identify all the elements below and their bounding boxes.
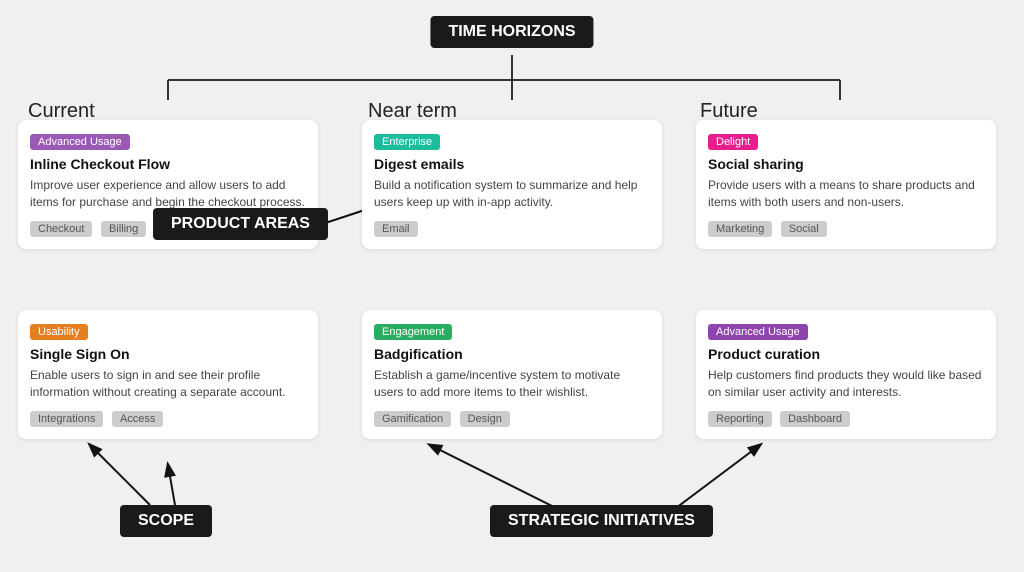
card-badgification-title: Badgification (374, 346, 650, 362)
card-inline-checkout-desc: Improve user experience and allow users … (30, 177, 306, 211)
tag-marketing: Marketing (708, 221, 772, 237)
card-social-sharing: Delight Social sharing Provide users wit… (696, 120, 996, 249)
diagram-lines (0, 0, 1024, 572)
card-curation-title: Product curation (708, 346, 984, 362)
tag-checkout: Checkout (30, 221, 92, 237)
badge-advanced-usage-2: Advanced Usage (708, 324, 808, 340)
tag-access: Access (112, 411, 163, 427)
card-digest-emails: Enterprise Digest emails Build a notific… (362, 120, 662, 249)
badge-delight: Delight (708, 134, 758, 150)
tag-design: Design (460, 411, 510, 427)
tag-dashboard: Dashboard (780, 411, 850, 427)
tag-social: Social (781, 221, 827, 237)
card-sso-title: Single Sign On (30, 346, 306, 362)
card-sso-desc: Enable users to sign in and see their pr… (30, 367, 306, 401)
card-digest-title: Digest emails (374, 156, 650, 172)
card-badgification-desc: Establish a game/incentive system to mot… (374, 367, 650, 401)
page-wrapper: TIME HORIZONS Current Near term Future A… (0, 0, 1024, 572)
tag-email: Email (374, 221, 418, 237)
product-areas-label: PRODUCT AREAS (153, 208, 328, 240)
badge-enterprise: Enterprise (374, 134, 440, 150)
card-curation-desc: Help customers find products they would … (708, 367, 984, 401)
badge-usability: Usability (30, 324, 88, 340)
scope-label: SCOPE (120, 505, 212, 537)
card-product-curation: Advanced Usage Product curation Help cus… (696, 310, 996, 439)
card-digest-desc: Build a notification system to summarize… (374, 177, 650, 211)
strategic-initiatives-label: STRATEGIC INITIATIVES (490, 505, 713, 537)
card-social-desc: Provide users with a means to share prod… (708, 177, 984, 211)
card-badgification: Engagement Badgification Establish a gam… (362, 310, 662, 439)
card-social-title: Social sharing (708, 156, 984, 172)
badge-advanced-usage: Advanced Usage (30, 134, 130, 150)
time-horizons-label: TIME HORIZONS (430, 16, 593, 48)
badge-engagement: Engagement (374, 324, 452, 340)
tag-gamification: Gamification (374, 411, 451, 427)
tag-reporting: Reporting (708, 411, 772, 427)
tag-billing: Billing (101, 221, 146, 237)
tag-integrations: Integrations (30, 411, 103, 427)
card-single-sign-on: Usability Single Sign On Enable users to… (18, 310, 318, 439)
card-inline-checkout-title: Inline Checkout Flow (30, 156, 306, 172)
